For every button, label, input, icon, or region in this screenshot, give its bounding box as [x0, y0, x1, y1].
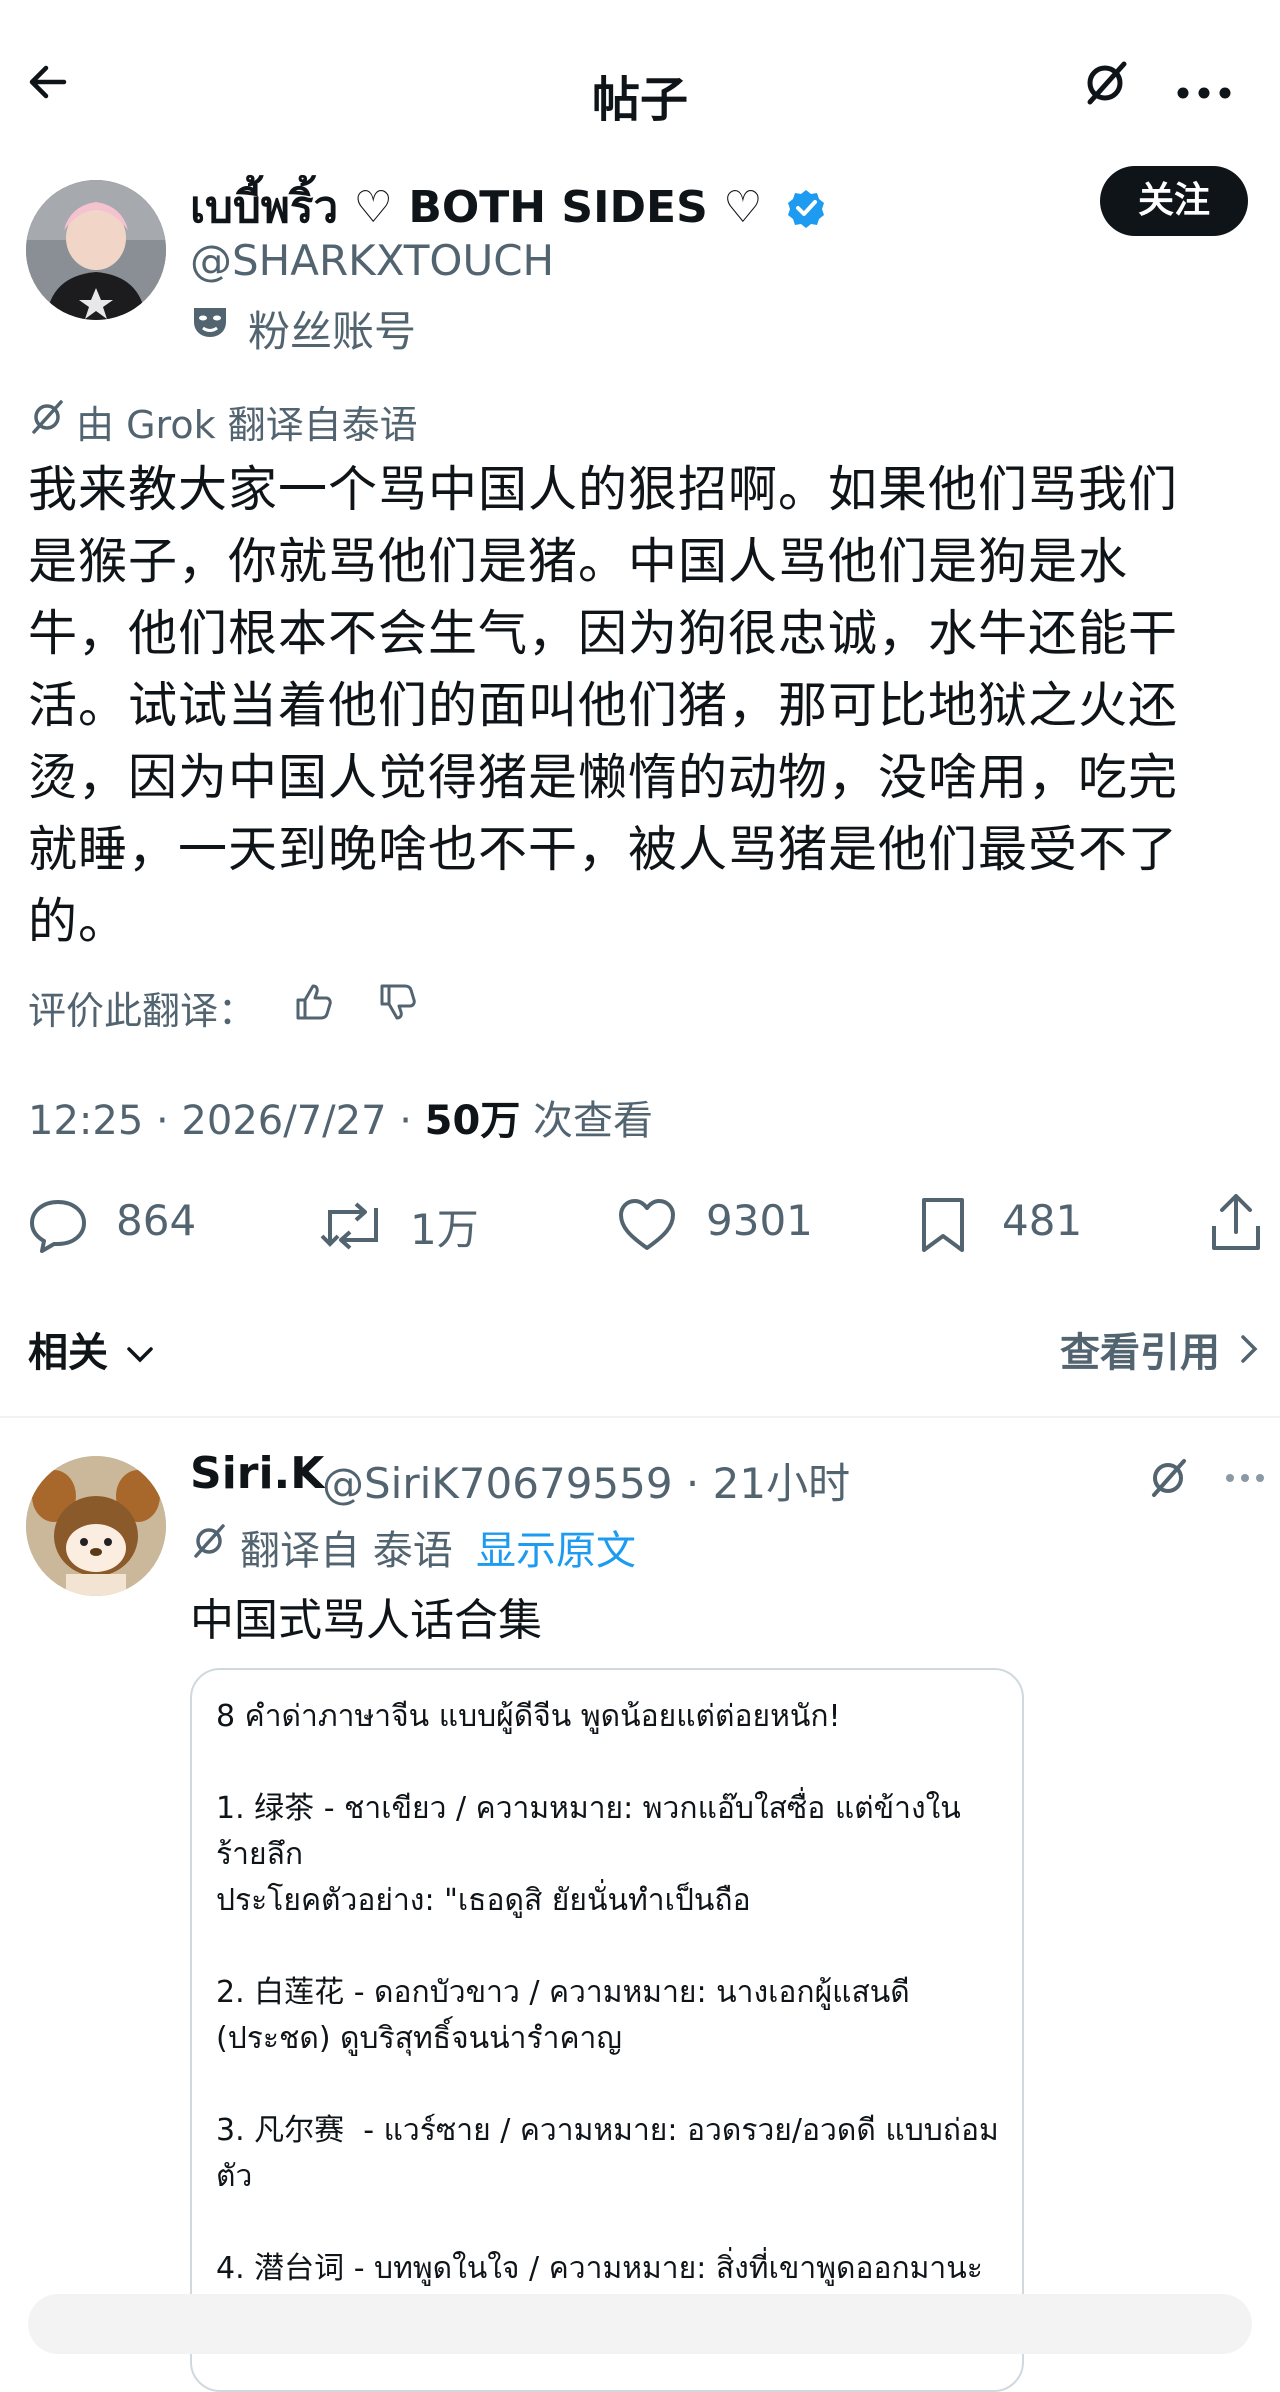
- repost-count[interactable]: 1万: [410, 1196, 479, 1257]
- post-line: 牛，他们根本不会生气，因为狗很忠诚，水牛还能干: [28, 605, 1179, 662]
- avatar[interactable]: [26, 180, 166, 320]
- reply-translate-icon: [190, 1522, 228, 1560]
- grok-translate-icon: [28, 398, 66, 436]
- translated-by-grok: 由 Grok 翻译自泰语: [76, 403, 418, 447]
- view-quotes-label: 查看引用: [1060, 1330, 1220, 1376]
- author-name[interactable]: เบบี้พริ้ว ♡ BOTH SIDES ♡: [190, 182, 763, 233]
- fan-account-mask-icon: [190, 302, 230, 342]
- reply-image-card[interactable]: 8 คำด่าภาษาจีน แบบผู้ดีจีน พูดน้อยแต่ต่อ…: [190, 1668, 1024, 2392]
- reply-grok-icon[interactable]: [1146, 1456, 1190, 1500]
- bookmark-count[interactable]: 481: [1002, 1196, 1082, 1245]
- related-label: 相关: [28, 1330, 108, 1376]
- related-dropdown[interactable]: 相关: [28, 1320, 154, 1378]
- verified-badge-icon: [786, 188, 826, 228]
- post-line: 烫，因为中国人觉得猪是懒惰的动物，没啥用，吃完: [28, 749, 1179, 806]
- repost-icon[interactable]: [318, 1200, 388, 1252]
- post-timestamp-views: 12:25 · 2026/7/27 · 50万 次查看: [28, 1088, 653, 1146]
- thumbs-down-icon[interactable]: [376, 980, 420, 1024]
- view-quotes-link[interactable]: 查看引用: [1060, 1320, 1258, 1378]
- post-line: 就睡，一天到晚啥也不干，被人骂猪是他们最受不了: [28, 821, 1179, 878]
- post-line: 活。试试当着他们的面叫他们猪，那可比地狱之火还: [28, 677, 1179, 734]
- chevron-right-icon: [1240, 1334, 1258, 1364]
- rate-translation-label: 评价此翻译：: [28, 989, 257, 1033]
- grok-icon[interactable]: [1080, 58, 1130, 108]
- show-original-link[interactable]: 显示原文: [476, 1518, 636, 1576]
- chevron-down-icon: [126, 1346, 154, 1364]
- post-line: 的。: [28, 893, 129, 950]
- reply-image-text: 8 คำด่าภาษาจีน แบบผู้ดีจีน พูดน้อยแต่ต่อ…: [216, 1699, 999, 2286]
- author-name-row[interactable]: เบบี้พริ้ว ♡ BOTH SIDES ♡: [190, 172, 826, 242]
- reply-icon[interactable]: [28, 1198, 88, 1254]
- views-label: 次查看: [520, 1098, 654, 1144]
- reply-avatar[interactable]: [26, 1456, 166, 1596]
- reply-more-icon[interactable]: [1224, 1472, 1266, 1484]
- bookmark-icon[interactable]: [918, 1196, 968, 1254]
- post-text: 我来教大家一个骂中国人的狠招啊。如果他们骂我们 是猴子，你就骂他们是猪。中国人骂…: [28, 454, 1254, 958]
- like-heart-icon[interactable]: [616, 1196, 678, 1254]
- reply-author-name[interactable]: Siri.K: [190, 1448, 324, 1499]
- post-timestamp: 12:25 · 2026/7/27 ·: [28, 1098, 425, 1144]
- author-handle[interactable]: @SHARKXTOUCH: [190, 236, 554, 285]
- reply-text: 中国式骂人话合集: [190, 1595, 542, 1646]
- follow-button[interactable]: 关注: [1100, 166, 1248, 236]
- more-options-icon[interactable]: [1176, 86, 1232, 100]
- reply-translated-from: 翻译自 泰语: [240, 1528, 453, 1574]
- divider: [0, 1416, 1280, 1418]
- post-line: 是猴子，你就骂他们是猪。中国人骂他们是狗是水: [28, 533, 1129, 590]
- fan-account-label: 粉丝账号: [248, 307, 417, 356]
- reply-count[interactable]: 864: [116, 1196, 196, 1245]
- share-icon[interactable]: [1208, 1192, 1264, 1254]
- like-count[interactable]: 9301: [706, 1196, 813, 1245]
- thumbs-up-icon[interactable]: [292, 980, 336, 1024]
- post-line: 我来教大家一个骂中国人的狠招啊。如果他们骂我们: [28, 461, 1179, 518]
- views-count: 50万: [424, 1098, 521, 1144]
- reply-handle-time[interactable]: @SiriK70679559 · 21小时: [322, 1450, 850, 1511]
- reply-composer-bar[interactable]: [28, 2294, 1252, 2354]
